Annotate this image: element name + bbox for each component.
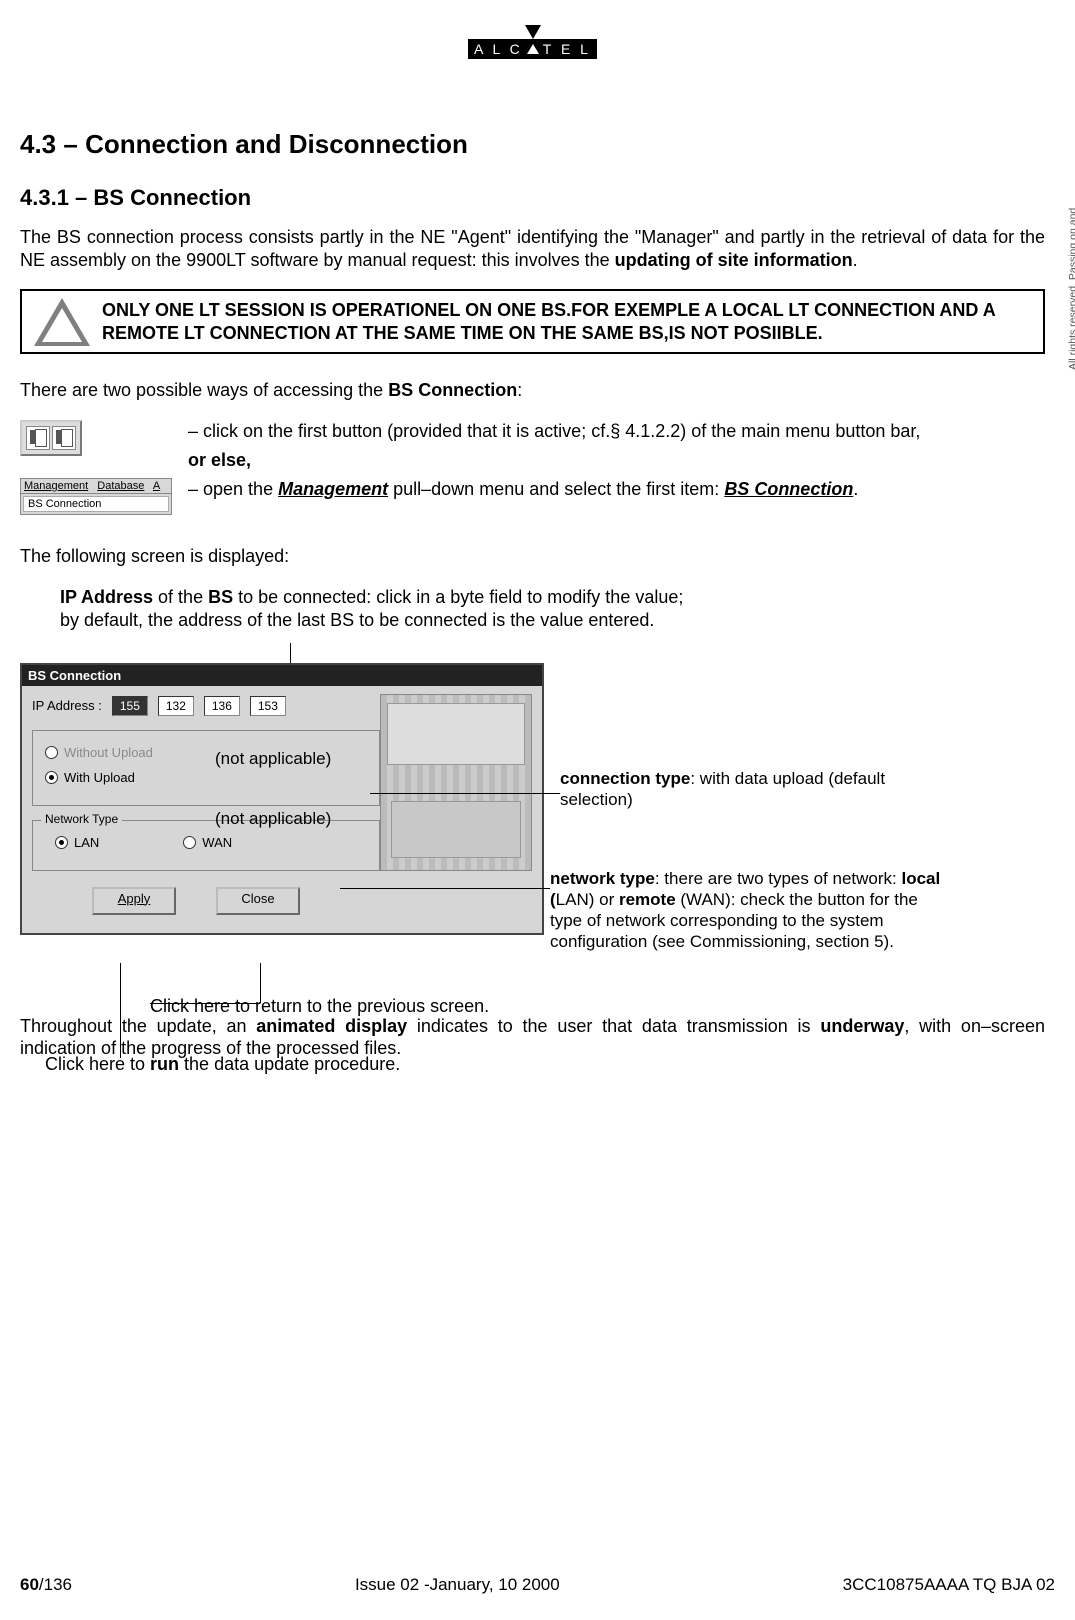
toolbar-button-illustration <box>20 420 170 456</box>
ip-byte-2[interactable]: 132 <box>158 696 194 716</box>
section-number: 4.3 <box>20 129 56 159</box>
dialog-titlebar: BS Connection <box>22 665 542 686</box>
page-footer: 60/136 Issue 02 -January, 10 2000 3CC108… <box>20 1575 1055 1595</box>
brand-logo: A L C T E L <box>20 25 1045 59</box>
callout-apply: Click here to run the data update proced… <box>45 1053 400 1076</box>
warning-triangle-icon <box>22 291 102 352</box>
access-intro: There are two possible ways of accessing… <box>20 379 1045 402</box>
doc-reference: 3CC10875AAAA TQ BJA 02 <box>843 1575 1055 1595</box>
radio-icon <box>45 746 58 759</box>
menu-illustration: Management Database A BS Connection <box>20 478 170 515</box>
ip-byte-4[interactable]: 153 <box>250 696 286 716</box>
equipment-illustration <box>380 694 532 871</box>
section-dash: – <box>63 129 77 159</box>
radio-icon <box>45 771 58 784</box>
logo-text-left: A L C <box>474 41 523 57</box>
callout-connection-type: connection type: with data upload (defau… <box>560 768 940 811</box>
logo-text-right: T E L <box>543 41 591 57</box>
ip-byte-1[interactable]: 155 <box>112 696 148 716</box>
ip-byte-3[interactable]: 136 <box>204 696 240 716</box>
rights-sidenote: All rights reserved. Passing on and copy… <box>1067 170 1075 370</box>
radio-lan[interactable]: LAN <box>55 835 99 850</box>
ip-address-note: IP Address of the BS to be connected: cl… <box>60 586 1045 633</box>
following-screen-text: The following screen is displayed: <box>20 545 1045 568</box>
radio-icon <box>55 836 68 849</box>
logo-triangle-icon <box>527 44 539 54</box>
bs-connection-dialog: BS Connection IP Address : 155 132 136 1… <box>20 663 544 935</box>
issue-text: Issue 02 -January, 10 2000 <box>355 1575 560 1595</box>
apply-button[interactable]: Apply <box>92 887 176 915</box>
access-option-1: – click on the first button (provided th… <box>188 420 1045 473</box>
callout-network-type: network type: there are two types of net… <box>550 868 950 953</box>
ip-label: IP Address : <box>32 698 102 713</box>
network-type-label: Network Type <box>41 812 122 826</box>
section-heading: 4.3 – Connection and Disconnection <box>20 129 1045 160</box>
radio-wan[interactable]: WAN <box>183 835 232 850</box>
access-option-2: – open the Management pull–down menu and… <box>188 478 1045 501</box>
section-title: Connection and Disconnection <box>85 129 468 159</box>
page-total: /136 <box>39 1575 72 1594</box>
not-applicable-2: (not applicable) <box>215 808 331 829</box>
close-button[interactable]: Close <box>216 887 300 915</box>
radio-icon <box>183 836 196 849</box>
callout-close: Click here to return to the previous scr… <box>150 995 489 1018</box>
intro-paragraph: The BS connection process consists partl… <box>20 226 1045 271</box>
subsection-heading: 4.3.1 – BS Connection <box>20 185 1045 211</box>
warning-box: ONLY ONE LT SESSION IS OPERATIONEL ON ON… <box>20 289 1045 354</box>
radio-with-upload[interactable]: With Upload <box>45 770 371 785</box>
warning-text: ONLY ONE LT SESSION IS OPERATIONEL ON ON… <box>102 291 1043 352</box>
page-number: 60 <box>20 1575 39 1594</box>
not-applicable-1: (not applicable) <box>215 748 331 769</box>
